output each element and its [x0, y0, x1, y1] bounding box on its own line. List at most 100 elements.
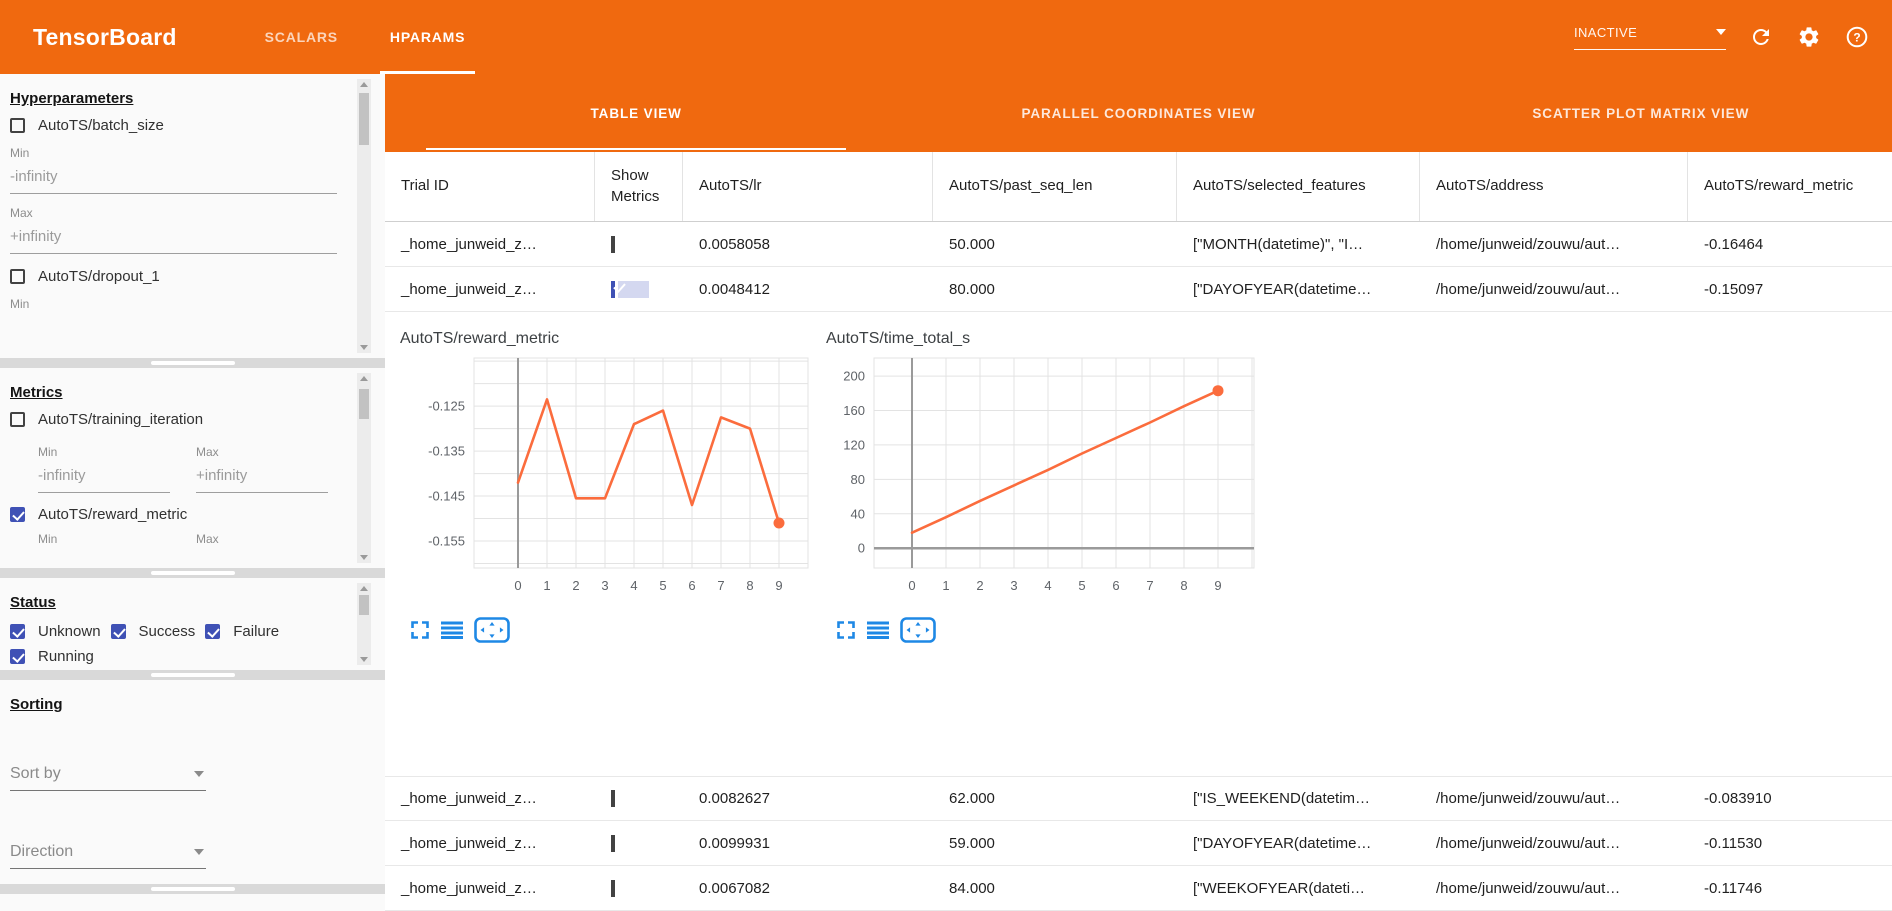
metrics-title: Metrics — [10, 384, 337, 401]
table-row: _home_junweid_z… 0.0067082 84.000 ["WEEK… — [385, 866, 1892, 911]
scroll-down-icon[interactable] — [360, 345, 368, 350]
table-header: Trial ID Show Metrics AutoTS/lr AutoTS/p… — [385, 152, 1892, 222]
show-metrics-checkbox[interactable] — [611, 790, 615, 807]
scroll-up-icon[interactable] — [360, 586, 368, 591]
scroll-down-icon[interactable] — [360, 657, 368, 662]
time-total-line-chart[interactable]: 040801201602000123456789 — [824, 350, 1264, 604]
trial-id-cell: _home_junweid_z… — [385, 236, 595, 253]
scroll-up-icon[interactable] — [360, 376, 368, 381]
address-cell: /home/junweid/zouwu/aut… — [1420, 236, 1688, 253]
table-row: _home_junweid_z… 0.0058058 50.000 ["MONT… — [385, 222, 1892, 267]
scroll-thumb[interactable] — [359, 389, 369, 419]
scroll-thumb[interactable] — [359, 595, 369, 615]
section-resize-handle[interactable] — [0, 358, 385, 368]
show-metrics-checkbox[interactable] — [611, 236, 615, 253]
show-metrics-checkbox[interactable] — [611, 880, 615, 897]
fullscreen-icon[interactable] — [836, 620, 856, 640]
max-label-clipped: Max — [196, 532, 328, 546]
unknown-checkbox[interactable] — [10, 624, 25, 639]
reward-metric-checkbox[interactable] — [10, 507, 25, 522]
reward-metric-cell: -0.11746 — [1688, 880, 1892, 897]
svg-text:3: 3 — [601, 578, 608, 593]
metric-min-field[interactable]: Min -infinity — [38, 445, 170, 493]
success-checkbox[interactable] — [111, 624, 126, 639]
svg-text:160: 160 — [843, 403, 865, 418]
batch-size-min-field[interactable]: Min -infinity — [10, 146, 337, 194]
table-row: _home_junweid_z… 0.0099931 59.000 ["DAYO… — [385, 821, 1892, 866]
svg-text:5: 5 — [659, 578, 666, 593]
sidebar-section-sorting: Sorting Sort by Direction — [0, 680, 385, 884]
show-metrics-checkbox[interactable] — [611, 835, 615, 852]
chevron-down-icon — [194, 771, 204, 777]
min-input[interactable]: -infinity — [38, 465, 170, 493]
scroll-up-icon[interactable] — [360, 82, 368, 87]
hparam-batch-size-row: AutoTS/batch_size — [10, 117, 337, 134]
sort-by-placeholder: Sort by — [10, 765, 61, 783]
scrollbar[interactable] — [357, 583, 371, 665]
svg-text:80: 80 — [851, 472, 865, 487]
min-label: Min — [10, 146, 337, 160]
scroll-down-icon[interactable] — [360, 555, 368, 560]
hyperparameters-title: Hyperparameters — [10, 90, 337, 107]
lr-cell: 0.0067082 — [683, 880, 933, 897]
tab-scatter-plot-matrix-view[interactable]: SCATTER PLOT MATRIX VIEW — [1390, 74, 1892, 152]
min-input[interactable]: -infinity — [10, 166, 337, 194]
max-input[interactable]: +infinity — [10, 226, 337, 254]
scrollbar[interactable] — [357, 79, 371, 353]
batch-size-checkbox[interactable] — [10, 118, 25, 133]
failure-checkbox[interactable] — [205, 624, 220, 639]
section-resize-handle[interactable] — [0, 568, 385, 578]
pan-zoom-icon[interactable] — [474, 617, 510, 643]
tab-parallel-coordinates-view[interactable]: PARALLEL COORDINATES VIEW — [887, 74, 1389, 152]
show-metrics-checkbox[interactable] — [611, 281, 615, 298]
status-title: Status — [10, 594, 337, 611]
reward-metric-line-chart[interactable]: -0.125-0.135-0.145-0.1550123456789 — [398, 350, 818, 604]
col-address: AutoTS/address — [1420, 152, 1688, 221]
sort-by-select[interactable]: Sort by — [10, 761, 206, 791]
hparam-dropout-row: AutoTS/dropout_1 — [10, 268, 337, 285]
section-resize-handle[interactable] — [0, 670, 385, 680]
direction-select[interactable]: Direction — [10, 839, 206, 869]
tab-table-view[interactable]: TABLE VIEW — [385, 74, 887, 152]
scroll-thumb[interactable] — [359, 93, 369, 145]
scrollbar[interactable] — [357, 373, 371, 563]
batch-size-max-field[interactable]: Max +infinity — [10, 206, 337, 254]
fullscreen-icon[interactable] — [410, 620, 430, 640]
rows-list-icon[interactable] — [867, 620, 889, 640]
status-success: Success — [111, 623, 196, 640]
dropout-label: AutoTS/dropout_1 — [38, 268, 160, 285]
metric-max-field[interactable]: Max +infinity — [196, 445, 328, 493]
svg-text:1: 1 — [543, 578, 550, 593]
training-iteration-checkbox[interactable] — [10, 412, 25, 427]
help-icon[interactable]: ? — [1844, 24, 1870, 50]
running-checkbox[interactable] — [10, 649, 25, 664]
dropout-checkbox[interactable] — [10, 269, 25, 284]
refresh-icon[interactable] — [1748, 24, 1774, 50]
chart-title: AutoTS/reward_metric — [400, 330, 818, 348]
tab-hparams[interactable]: HPARAMS — [364, 0, 491, 74]
metric-charts: AutoTS/reward_metric -0.125-0.135-0.145-… — [385, 312, 1892, 650]
metric-training-iteration-row: AutoTS/training_iteration — [10, 411, 337, 428]
main-content: TABLE VIEW PARALLEL COORDINATES VIEW SCA… — [385, 74, 1892, 911]
svg-text:6: 6 — [1112, 578, 1119, 593]
address-cell: /home/junweid/zouwu/aut… — [1420, 281, 1688, 298]
min-label: Min — [38, 445, 170, 459]
section-resize-handle[interactable] — [0, 884, 385, 894]
pan-zoom-icon[interactable] — [900, 617, 936, 643]
svg-text:40: 40 — [851, 506, 865, 521]
rows-list-icon[interactable] — [441, 620, 463, 640]
lr-cell: 0.0058058 — [683, 236, 933, 253]
success-label: Success — [139, 623, 196, 640]
max-input[interactable]: +infinity — [196, 465, 328, 493]
min-label-clipped: Min — [10, 297, 337, 311]
tab-scalars[interactable]: SCALARS — [239, 0, 364, 74]
top-nav: SCALARS HPARAMS — [239, 0, 492, 74]
running-label: Running — [38, 648, 94, 665]
min-label-clipped: Min — [38, 532, 170, 546]
svg-text:5: 5 — [1078, 578, 1085, 593]
svg-text:-0.145: -0.145 — [428, 489, 465, 504]
trial-id-cell: _home_junweid_z… — [385, 835, 595, 852]
trial-id-cell: _home_junweid_z… — [385, 281, 595, 298]
gear-icon[interactable] — [1796, 24, 1822, 50]
run-status-dropdown[interactable]: INACTIVE — [1574, 25, 1726, 50]
